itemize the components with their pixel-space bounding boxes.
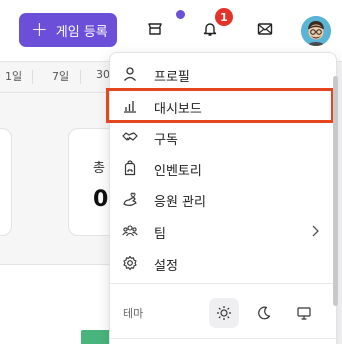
handshake-icon [122,132,138,141]
menu-item-profile[interactable]: 프로필 [110,59,338,89]
period-tabs: 1일 7일 30 [0,62,120,90]
monitor-icon [297,307,311,320]
menu-item-label: 응원 관리 [154,195,206,210]
plus-icon: + [31,17,48,41]
notification-badge: 1 [215,8,233,26]
menu-item-subscription[interactable]: 구독 [110,122,338,152]
mail-icon [257,23,273,35]
team-icon [122,225,138,237]
new-indicator-dot [176,10,185,19]
avatar-face-icon [301,16,331,46]
gear-icon [123,255,137,271]
menu-item-label: 설정 [154,259,178,274]
theme-light-button[interactable] [209,298,239,328]
theme-system-button[interactable] [289,298,319,328]
dashboard-highlight-box [106,88,334,123]
sun-icon [217,306,231,320]
cheer-icon [123,192,137,206]
menu-item-inventory[interactable]: 인벤토리 [110,153,338,183]
divider [0,92,110,93]
scrollbar[interactable] [333,76,338,306]
period-divider [32,70,33,84]
menu-item-label: 팀 [154,227,166,242]
theme-label: 테마 [123,307,144,320]
menu-item-team[interactable]: 팀 [110,216,338,246]
menu-item-label: 구독 [154,133,178,148]
chevron-right-icon [312,225,319,237]
store-icon [148,23,162,35]
menu-divider [110,338,338,339]
user-icon [124,67,136,81]
stat-card-value: 0 [93,187,109,212]
menu-item-cheer-management[interactable]: 응원 관리 [110,184,338,214]
backpack-icon [124,160,136,176]
menu-item-label: 인벤토리 [154,164,202,179]
period-divider [80,70,81,84]
stat-card-label: 총 [93,161,105,176]
stat-card [0,128,12,236]
store-button[interactable] [146,20,164,38]
period-30-days[interactable]: 30 [96,68,110,81]
messages-button[interactable] [256,20,274,38]
period-1-day[interactable]: 1일 [5,68,22,84]
register-game-button[interactable]: + 게임 등록 [19,13,117,47]
menu-item-settings[interactable]: 설정 [110,248,338,278]
theme-dark-button[interactable] [249,298,279,328]
menu-item-label: 프로필 [154,70,190,85]
bell-icon [203,23,217,36]
register-game-label: 게임 등록 [55,24,108,40]
avatar[interactable] [301,16,331,46]
menu-divider [110,283,338,284]
period-7-days[interactable]: 7일 [52,68,69,84]
moon-icon [258,306,271,320]
chart-bar [81,330,111,344]
